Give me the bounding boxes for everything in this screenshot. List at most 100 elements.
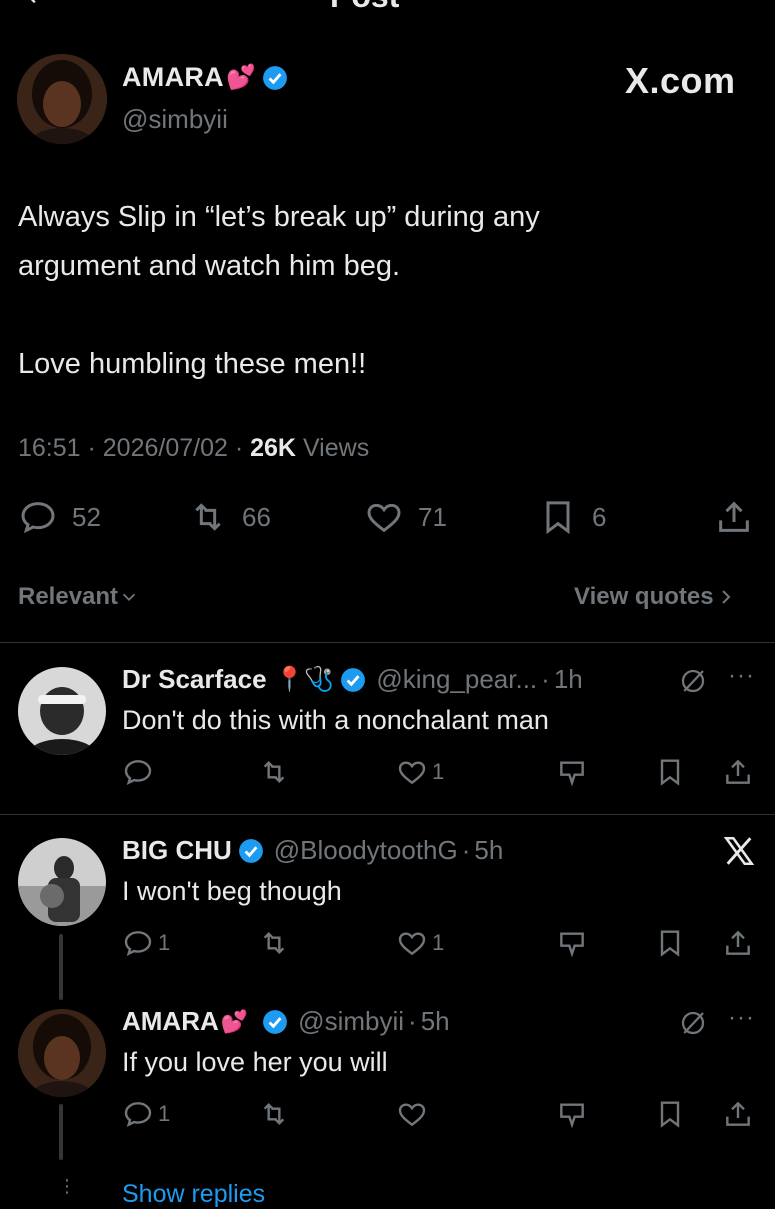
reply-action-like[interactable]: 1 (396, 927, 444, 959)
reply-action-repost[interactable] (258, 927, 290, 959)
reply-action-like[interactable]: 1 (396, 756, 444, 788)
bookmark-button[interactable]: 6 (538, 497, 606, 537)
reply-author-handle[interactable]: @king_pear... (376, 664, 537, 695)
chevron-right-icon (721, 590, 731, 604)
reply-action-downvote[interactable] (556, 756, 588, 788)
share-button[interactable] (714, 497, 754, 537)
post-text-line: argument and watch him beg. (18, 250, 401, 282)
reply-author-handle[interactable]: @simbyii (298, 1006, 404, 1037)
reply-action-repost[interactable] (258, 1098, 290, 1130)
author-avatar[interactable] (17, 54, 107, 144)
reply-avatar[interactable] (18, 1009, 106, 1097)
verified-badge-icon (341, 667, 366, 692)
reply-action-bookmark[interactable] (654, 1098, 686, 1130)
heart-icon (367, 503, 401, 533)
more-options-icon[interactable]: ··· (728, 662, 755, 690)
downvote-icon (556, 1098, 588, 1130)
reply-action-downvote[interactable] (556, 927, 588, 959)
reply-header: BIG CHU @BloodytoothG · 5h (122, 835, 504, 866)
reply-action-bookmark[interactable] (654, 756, 686, 788)
reply-text: If you love her you will (122, 1047, 388, 1077)
repost-icon (258, 756, 290, 788)
reply-time: 1h (553, 664, 583, 694)
heart-icon (396, 1098, 428, 1130)
view-quotes-label: View quotes (574, 583, 714, 610)
bookmark-icon (654, 756, 686, 788)
view-quotes-link[interactable]: View quotes (574, 583, 738, 611)
repost-count: 66 (242, 501, 271, 532)
sort-dropdown[interactable]: Relevant (18, 583, 140, 611)
reply-action-reply[interactable]: 1 (122, 927, 170, 959)
views-label: Views (302, 434, 370, 462)
repost-icon (258, 927, 290, 959)
reply-action-share[interactable] (722, 927, 754, 959)
reply-text: Don't do this with a nonchalant man (122, 705, 549, 735)
x-com-watermark: X.com (625, 60, 736, 101)
reply-author-handle[interactable]: @BloodytoothG (274, 835, 458, 866)
downvote-icon (556, 756, 588, 788)
thread-connector (59, 934, 63, 1000)
thread-dots: ⋮ (58, 1176, 76, 1196)
reply-count: 1 (158, 930, 171, 955)
like-count: 1 (432, 759, 445, 784)
page-title: Post (330, 0, 399, 15)
heart-icon (396, 756, 428, 788)
bookmark-icon (654, 927, 686, 959)
bookmark-count: 6 (592, 501, 607, 532)
two-hearts-emoji: 💕 (220, 1008, 249, 1034)
bookmark-icon (546, 501, 570, 535)
reply-action-bookmark[interactable] (654, 927, 686, 959)
reply-action-downvote[interactable] (556, 1098, 588, 1130)
reply-action-share[interactable] (722, 756, 754, 788)
reply-icon (122, 927, 154, 959)
reply-time: 5h (420, 1006, 450, 1036)
grok-icon[interactable] (678, 1008, 708, 1043)
reply-author-name[interactable]: Dr Scarface (122, 664, 267, 695)
reply-button[interactable]: 52 (18, 497, 101, 537)
reply-author-name[interactable]: BIG CHU (122, 835, 232, 866)
reply-author-name[interactable]: AMARA (122, 1006, 219, 1037)
divider (0, 642, 775, 643)
thread-connector (59, 1104, 63, 1160)
verified-badge-icon (263, 1009, 288, 1034)
reply-action-repost[interactable] (258, 756, 290, 788)
reply-count: 1 (158, 1101, 171, 1126)
reply-action-reply[interactable]: 1 (122, 1098, 170, 1130)
sort-label: Relevant (18, 583, 119, 610)
views-count: 26K (250, 434, 296, 462)
reply-text: I won't beg though (122, 876, 342, 906)
author-handle[interactable]: @simbyii (122, 104, 228, 135)
grok-icon[interactable] (678, 666, 708, 701)
back-arrow-icon[interactable] (22, 0, 44, 6)
downvote-icon (556, 927, 588, 959)
reply-action-reply[interactable] (122, 756, 158, 788)
reply-avatar[interactable] (18, 667, 106, 755)
post-time: 16:51 (18, 434, 81, 462)
share-icon (722, 756, 754, 788)
reply-action-like[interactable] (396, 1098, 432, 1130)
author-name[interactable]: AMARA 💕 (122, 62, 288, 93)
verified-badge-icon (263, 65, 288, 90)
reply-header: Dr Scarface 📍🩺 @king_pear... · 1h (122, 664, 583, 695)
like-count: 71 (418, 501, 447, 532)
show-replies-link[interactable]: Show replies (122, 1180, 265, 1209)
reply-avatar[interactable] (18, 838, 106, 926)
heart-icon (396, 927, 428, 959)
reply-time: 5h (474, 835, 504, 865)
bookmark-icon (654, 1098, 686, 1130)
repost-button[interactable]: 66 (188, 497, 271, 537)
chevron-down-icon (122, 593, 136, 602)
two-hearts-emoji: 💕 (226, 64, 257, 91)
share-icon (722, 927, 754, 959)
pin-stethoscope-emoji: 📍🩺 (274, 666, 335, 693)
like-button[interactable]: 71 (364, 497, 447, 537)
reply-action-share[interactable] (722, 1098, 754, 1130)
post-date: 2026/07/02 (102, 434, 228, 462)
post-metadata: 16:51 · 2026/07/02 · 26K Views (18, 434, 370, 462)
more-options-icon[interactable]: ··· (728, 1004, 755, 1032)
verified-badge-icon (238, 838, 263, 863)
post-text-line: Love humbling these men!! (18, 348, 367, 380)
author-name-text: AMARA (122, 62, 224, 92)
divider (0, 814, 775, 815)
like-count: 1 (432, 930, 445, 955)
